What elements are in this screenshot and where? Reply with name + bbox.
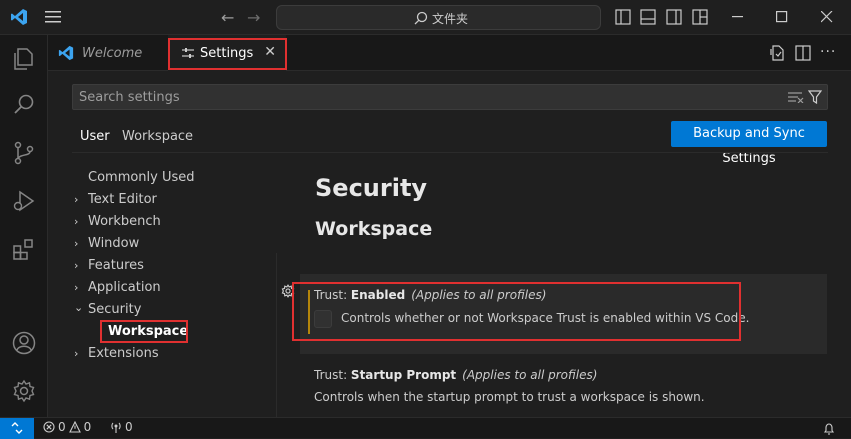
settings-sliders-icon xyxy=(182,47,194,59)
chevron-right-icon: › xyxy=(74,193,79,206)
chevron-down-icon: ⌄ xyxy=(74,301,84,314)
chevron-right-icon: › xyxy=(74,215,79,228)
toc-item-commonly-used[interactable]: Commonly Used xyxy=(88,168,195,188)
toc-item-workspace[interactable]: Workspace xyxy=(108,322,188,342)
activity-bar xyxy=(0,35,48,417)
search-icon xyxy=(414,11,428,25)
extensions-icon[interactable] xyxy=(12,237,36,261)
toc-label: Window xyxy=(88,236,140,251)
toc-label: Features xyxy=(88,258,144,273)
tab-welcome[interactable]: Welcome xyxy=(48,35,166,71)
setting-title-trust-enabled: Trust: Enabled (Applies to all profiles) xyxy=(314,288,546,302)
settings-search-input[interactable]: Search settings xyxy=(72,84,828,110)
setting-name: Enabled xyxy=(350,288,406,302)
toc-item-security[interactable]: ⌄ Security xyxy=(74,300,142,320)
title-bar: ← → 文件夹 xyxy=(0,0,851,35)
command-center-search[interactable]: 文件夹 xyxy=(276,5,601,30)
setting-scope-note: (Applies to all profiles) xyxy=(411,288,547,302)
vscode-logo-icon xyxy=(58,45,74,61)
back-arrow-icon[interactable]: ← xyxy=(221,8,234,27)
setting-title-startup-prompt: Trust: Startup Prompt (Applies to all pro… xyxy=(314,368,597,382)
error-count: 0 xyxy=(58,420,66,434)
run-debug-icon[interactable] xyxy=(12,189,36,213)
open-settings-json-icon[interactable] xyxy=(769,45,785,61)
tab-user-scope[interactable]: User xyxy=(72,129,111,153)
toc-item-extensions[interactable]: › Extensions xyxy=(74,344,159,364)
toggle-panel-icon[interactable] xyxy=(640,9,656,25)
tab-workspace-scope[interactable]: Workspace xyxy=(122,129,193,144)
divider xyxy=(72,152,828,153)
search-icon[interactable] xyxy=(12,92,36,116)
remote-icon xyxy=(11,422,23,434)
toc-item-features[interactable]: › Features xyxy=(74,256,144,276)
more-actions-icon[interactable]: ··· xyxy=(820,44,836,60)
backup-sync-button[interactable]: Backup and Sync Settings xyxy=(671,121,827,166)
vscode-logo-icon xyxy=(10,8,28,26)
toc-item-window[interactable]: › Window xyxy=(74,234,140,254)
broadcast-icon xyxy=(110,421,122,433)
warning-count: 0 xyxy=(83,420,92,434)
toc-label: Workspace xyxy=(108,324,189,339)
warning-icon xyxy=(68,421,81,433)
setting-name: Startup Prompt xyxy=(350,368,457,382)
toc-label: Security xyxy=(88,302,142,317)
tab-settings[interactable]: Settings ✕ xyxy=(168,35,286,71)
manage-gear-icon[interactable] xyxy=(12,379,36,403)
status-bar: 0 0 0 xyxy=(0,417,851,439)
editor-tabs-bar: Welcome Settings ✕ ··· xyxy=(48,35,851,71)
tab-welcome-label: Welcome xyxy=(82,45,143,61)
notifications-bell-icon[interactable] xyxy=(823,422,835,435)
toc-item-application[interactable]: › Application xyxy=(74,278,161,298)
error-icon xyxy=(43,421,55,433)
toc-label: Commonly Used xyxy=(88,170,195,185)
minimize-icon[interactable] xyxy=(732,16,744,18)
toc-item-text-editor[interactable]: › Text Editor xyxy=(74,190,157,210)
accounts-icon[interactable] xyxy=(12,331,36,355)
maximize-icon[interactable] xyxy=(776,11,788,23)
modified-indicator xyxy=(308,290,310,334)
setting-prefix: Trust: xyxy=(314,368,351,382)
chevron-right-icon: › xyxy=(74,347,79,360)
setting-prefix: Trust: xyxy=(314,288,351,302)
filter-icon[interactable] xyxy=(808,90,822,104)
tab-settings-label: Settings xyxy=(200,45,254,61)
settings-search-placeholder: Search settings xyxy=(79,90,180,105)
toc-label: Extensions xyxy=(88,346,159,361)
remote-indicator[interactable] xyxy=(0,418,34,439)
command-center-label: 文件夹 xyxy=(432,12,469,26)
setting-gear-icon[interactable] xyxy=(281,284,295,298)
toc-label: Application xyxy=(88,280,161,295)
problems-indicator[interactable]: 0 0 xyxy=(43,420,91,434)
close-icon[interactable] xyxy=(821,11,833,23)
trust-enabled-checkbox[interactable] xyxy=(314,310,332,328)
ports-indicator[interactable]: 0 xyxy=(110,420,133,434)
setting-description: Controls when the startup prompt to trus… xyxy=(314,390,705,404)
menu-icon[interactable] xyxy=(45,10,61,24)
source-control-icon[interactable] xyxy=(12,141,36,165)
setting-scope-note: (Applies to all profiles) xyxy=(462,368,598,382)
close-tab-icon[interactable]: ✕ xyxy=(264,44,276,60)
toggle-secondary-sidebar-icon[interactable] xyxy=(666,9,682,25)
ports-count: 0 xyxy=(125,420,133,434)
split-editor-icon[interactable] xyxy=(795,45,811,61)
forward-arrow-icon[interactable]: → xyxy=(247,8,260,27)
toggle-primary-sidebar-icon[interactable] xyxy=(615,9,631,25)
chevron-right-icon: › xyxy=(74,259,79,272)
chevron-right-icon: › xyxy=(74,281,79,294)
section-title: Security xyxy=(315,174,428,202)
settings-editor: Search settings User Workspace Backup an… xyxy=(48,71,851,417)
subsection-title: Workspace xyxy=(315,218,433,240)
toc-label: Workbench xyxy=(88,214,161,229)
explorer-icon[interactable] xyxy=(12,47,36,71)
setting-description: Controls whether or not Workspace Trust … xyxy=(341,311,750,325)
chevron-right-icon: › xyxy=(74,237,79,250)
toc-item-workbench[interactable]: › Workbench xyxy=(74,212,161,232)
toc-divider xyxy=(276,253,277,417)
customize-layout-icon[interactable] xyxy=(692,9,708,25)
clear-filter-icon[interactable] xyxy=(788,91,804,103)
toc-label: Text Editor xyxy=(88,192,157,207)
